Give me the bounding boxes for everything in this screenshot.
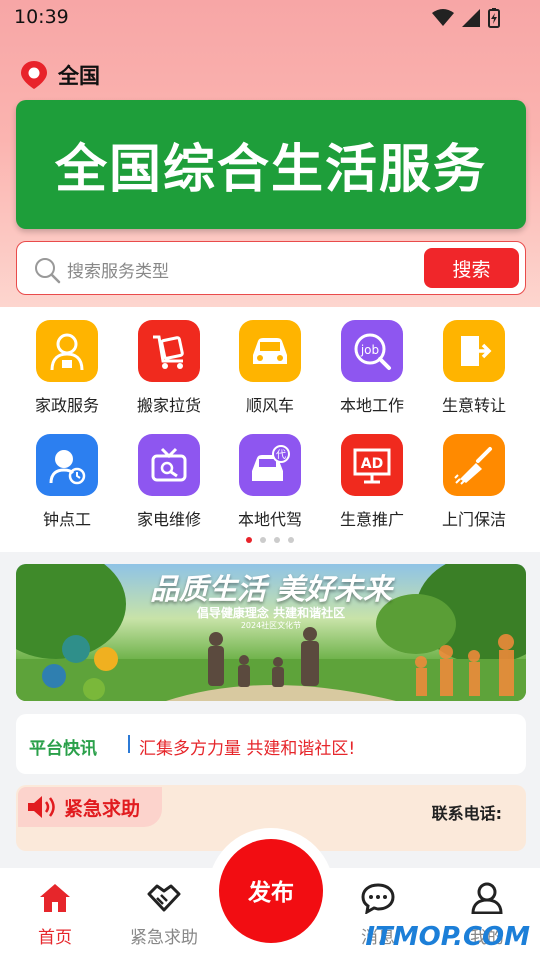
- service-label: 家电维修: [136, 510, 201, 529]
- hourly-worker-icon: [36, 434, 98, 496]
- pager-dot: [274, 537, 280, 543]
- moving-cart-icon: [138, 320, 200, 382]
- emergency-phone-label: 联系电话:: [431, 804, 502, 823]
- designated-driver-icon: 代: [239, 434, 301, 496]
- search-icon: [35, 258, 61, 284]
- svg-text:代: 代: [276, 449, 286, 461]
- svg-text:AD: AD: [361, 456, 383, 472]
- news-tag: 平台快讯: [29, 739, 97, 759]
- tv-repair-icon: [138, 434, 200, 496]
- service-promotion[interactable]: AD 生意推广: [322, 434, 422, 530]
- service-carpool[interactable]: 顺风车: [220, 320, 320, 416]
- home-icon: [40, 884, 70, 912]
- service-designated-driver[interactable]: 代 本地代驾: [220, 434, 320, 530]
- service-housekeeping[interactable]: 家政服务: [17, 320, 117, 416]
- location-selector[interactable]: 全国: [20, 60, 100, 90]
- tab-home[interactable]: 首页: [5, 882, 105, 948]
- promo-title: 品质生活 美好未来: [149, 572, 393, 606]
- cleaning-brush-icon: [443, 434, 505, 496]
- ad-board-icon: AD: [341, 434, 403, 496]
- pager-dot: [288, 537, 294, 543]
- battery-icon: [488, 8, 500, 28]
- speaker-icon: [28, 796, 55, 818]
- hero-banner[interactable]: 全国综合生活服务: [16, 100, 526, 229]
- service-label: 上门保洁: [441, 510, 506, 529]
- emergency-label: 紧急求助: [18, 787, 162, 827]
- status-icons: [432, 8, 500, 28]
- job-search-icon: job: [341, 320, 403, 382]
- carousel-pager: [246, 537, 294, 543]
- svg-text:job: job: [360, 343, 379, 357]
- service-appliance-repair[interactable]: 家电维修: [119, 434, 219, 530]
- service-label: 本地代驾: [237, 510, 302, 529]
- service-label: 本地工作: [339, 396, 404, 415]
- service-grid: 家政服务 搬家拉货 顺风车 job 本地工作 生意转让 钟点工 家电维修 代 本…: [0, 307, 540, 552]
- service-local-jobs[interactable]: job 本地工作: [322, 320, 422, 416]
- service-business-transfer[interactable]: 生意转让: [424, 320, 524, 416]
- news-divider: [128, 735, 130, 753]
- search-bar[interactable]: 搜索服务类型 搜索: [16, 241, 526, 295]
- status-bar: 10:39: [0, 0, 540, 36]
- promo-banner[interactable]: 品质生活 美好未来 倡导健康理念 共建和谐社区 2024社区文化节: [16, 564, 526, 701]
- car-icon: [239, 320, 301, 382]
- search-button[interactable]: 搜索: [424, 248, 519, 288]
- hero-banner-text: 全国综合生活服务: [54, 140, 487, 200]
- chat-bubble-icon: [361, 883, 395, 915]
- service-label: 家政服务: [34, 396, 99, 415]
- user-profile-icon: [471, 882, 503, 915]
- news-ticker[interactable]: 平台快讯 汇集多方力量 共建和谐社区!: [16, 714, 526, 774]
- service-label: 顺风车: [245, 396, 294, 415]
- exit-door-icon: [443, 320, 505, 382]
- location-city: 全国: [58, 64, 100, 88]
- promo-subtitle: 倡导健康理念 共建和谐社区: [196, 606, 346, 620]
- service-label: 搬家拉货: [136, 396, 201, 415]
- news-text: 汇集多方力量 共建和谐社区!: [139, 739, 356, 759]
- watermark-logo: ITMOP.COM: [365, 922, 530, 952]
- pager-dot-active: [246, 537, 252, 543]
- signal-icon: [462, 9, 480, 27]
- wifi-icon: [432, 9, 454, 26]
- pager-dot: [260, 537, 266, 543]
- status-time: 10:39: [14, 6, 69, 28]
- tab-emergency-help[interactable]: 紧急求助: [114, 882, 214, 948]
- service-label: 生意转让: [441, 396, 506, 415]
- service-label: 生意推广: [339, 510, 404, 529]
- service-label: 钟点工: [42, 510, 91, 529]
- publish-button[interactable]: 发布: [219, 839, 323, 943]
- handshake-icon: [147, 884, 181, 912]
- promo-caption: 2024社区文化节: [240, 621, 302, 630]
- tab-home-label: 首页: [38, 928, 72, 948]
- service-cleaning[interactable]: 上门保洁: [424, 434, 524, 530]
- service-moving[interactable]: 搬家拉货: [119, 320, 219, 416]
- housekeeper-icon: [36, 320, 98, 382]
- search-input[interactable]: 搜索服务类型: [67, 257, 169, 282]
- tab-emergency-help-label: 紧急求助: [130, 928, 198, 948]
- emergency-title: 紧急求助: [64, 797, 141, 820]
- location-pin-icon: [21, 61, 47, 89]
- service-hourly-worker[interactable]: 钟点工: [17, 434, 117, 530]
